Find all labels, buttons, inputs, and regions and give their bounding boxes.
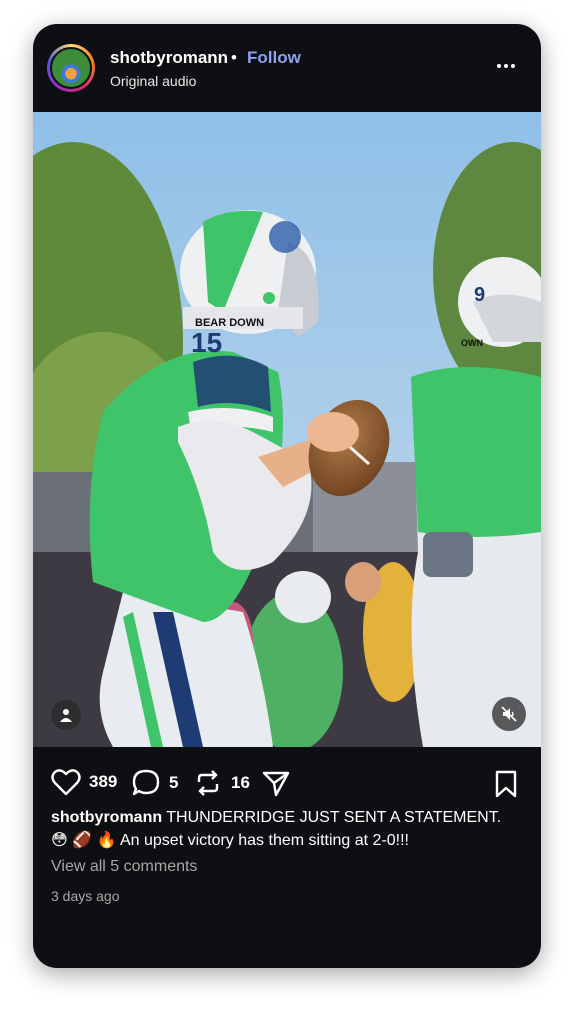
repost-button[interactable]: 16 bbox=[193, 768, 250, 798]
avatar[interactable] bbox=[47, 44, 95, 92]
repost-count: 16 bbox=[231, 773, 250, 792]
comment-icon bbox=[132, 769, 160, 796]
post-actions: 389 5 16 bbox=[33, 760, 541, 804]
view-comments-link[interactable]: View all 5 comments bbox=[51, 858, 197, 876]
heart-icon bbox=[51, 769, 81, 796]
audio-label[interactable]: Original audio bbox=[110, 73, 196, 89]
helmet-text-right: OWN bbox=[461, 338, 483, 348]
caption-username[interactable]: shotbyromann bbox=[51, 809, 162, 826]
helmet-number-right: 9 bbox=[474, 284, 485, 306]
send-icon bbox=[262, 771, 290, 797]
like-button[interactable]: 389 bbox=[51, 768, 117, 796]
post-header: shotbyromann • Follow Original audio bbox=[33, 24, 541, 112]
post-timestamp: 3 days ago bbox=[51, 888, 120, 904]
comment-button[interactable]: 5 bbox=[131, 768, 178, 798]
like-count: 389 bbox=[89, 772, 118, 791]
post-card: shotbyromann • Follow Original audio 9 O… bbox=[33, 24, 541, 968]
follow-button[interactable]: Follow bbox=[247, 48, 301, 68]
repost-icon bbox=[197, 770, 219, 796]
comment-count: 5 bbox=[169, 773, 179, 792]
share-button[interactable] bbox=[261, 768, 291, 798]
user-tag-icon[interactable] bbox=[51, 700, 81, 730]
separator-dot: • bbox=[231, 48, 237, 67]
bookmark-icon bbox=[495, 770, 517, 798]
mute-icon[interactable] bbox=[492, 697, 526, 731]
post-caption: shotbyromann THUNDERRIDGE JUST SENT A ST… bbox=[51, 806, 511, 852]
helmet-number-left: 15 bbox=[191, 327, 222, 358]
helmet-text-left: BEAR DOWN bbox=[195, 317, 264, 329]
more-options-icon[interactable] bbox=[488, 52, 524, 80]
post-photo[interactable]: 9 OWN 15 BEAR DOWN bbox=[33, 112, 541, 747]
username[interactable]: shotbyromann bbox=[110, 48, 228, 68]
save-button[interactable] bbox=[493, 770, 519, 803]
